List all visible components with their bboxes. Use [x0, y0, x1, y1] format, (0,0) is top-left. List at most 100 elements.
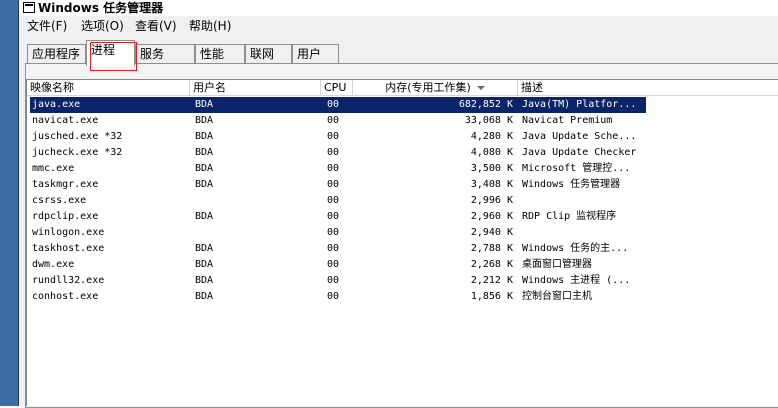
- cell-memory: 2,960 K: [470, 211, 513, 222]
- cell-description: Microsoft 管理控...: [522, 163, 631, 174]
- cell-image-name: jusched.exe *32: [32, 131, 123, 142]
- cell-cpu: 00: [327, 211, 340, 222]
- cell-cpu: 00: [327, 243, 340, 254]
- cell-user-name: BDA: [195, 115, 214, 126]
- cell-cpu: 00: [327, 179, 340, 190]
- tab-applications[interactable]: 应用程序: [27, 44, 86, 64]
- cell-memory: 3,500 K: [470, 163, 513, 174]
- cell-description: Windows 任务的主...: [522, 243, 629, 254]
- cell-description: Java Update Checker: [522, 147, 637, 158]
- cell-cpu: 00: [327, 291, 340, 302]
- column-header-name[interactable]: 映像名称: [27, 80, 190, 96]
- table-row[interactable]: conhost.exe BDA 00 1,856 K 控制台窗口主机: [27, 289, 778, 305]
- tab-networking[interactable]: 联网: [245, 44, 292, 64]
- cell-user-name: BDA: [195, 147, 214, 158]
- cell-user-name: BDA: [195, 259, 214, 270]
- sort-descending-icon: [476, 86, 485, 90]
- cell-memory: 3,408 K: [470, 179, 513, 190]
- cell-description: Java(TM) Platfor...: [522, 99, 637, 110]
- cell-user-name: BDA: [195, 275, 214, 286]
- column-header-memory[interactable]: 内存(专用工作集): [353, 80, 518, 96]
- menu-options[interactable]: 选项(O): [79, 17, 126, 35]
- cell-cpu: 00: [327, 259, 340, 270]
- cell-user-name: [195, 225, 315, 241]
- cell-image-name: navicat.exe: [32, 115, 99, 126]
- table-row[interactable]: dwm.exe BDA 00 2,268 K 桌面窗口管理器: [27, 257, 778, 273]
- cell-description: RDP Clip 监视程序: [522, 211, 617, 222]
- cell-cpu: 00: [327, 195, 340, 206]
- tab-services[interactable]: 服务: [135, 44, 195, 64]
- cell-image-name: java.exe: [32, 99, 81, 110]
- table-row[interactable]: rundll32.exe BDA 00 2,212 K Windows 主进程 (...: [27, 273, 778, 289]
- cell-memory: 682,852 K: [458, 99, 513, 110]
- column-header-description[interactable]: 描述: [518, 80, 778, 96]
- cell-cpu: 00: [327, 115, 340, 126]
- cell-memory: 4,080 K: [470, 147, 513, 158]
- cell-image-name: winlogon.exe: [32, 227, 105, 238]
- cell-user-name: [195, 193, 315, 209]
- menu-help[interactable]: 帮助(H): [187, 17, 233, 35]
- cell-user-name: BDA: [195, 179, 214, 190]
- cell-image-name: csrss.exe: [32, 195, 87, 206]
- cell-user-name: BDA: [195, 99, 214, 110]
- cell-memory: 33,068 K: [464, 115, 513, 126]
- table-row[interactable]: navicat.exe BDA 00 33,068 K Navicat Premium: [27, 113, 778, 129]
- cell-description: 控制台窗口主机: [522, 291, 592, 302]
- cell-user-name: BDA: [195, 163, 214, 174]
- cell-cpu: 00: [327, 147, 340, 158]
- cell-cpu: 00: [327, 227, 340, 238]
- table-row[interactable]: rdpclip.exe BDA 00 2,960 K RDP Clip 监视程序: [27, 209, 778, 225]
- cell-image-name: conhost.exe: [32, 291, 99, 302]
- table-row[interactable]: csrss.exe 00 2,996 K: [27, 193, 778, 209]
- table-row[interactable]: jucheck.exe *32 BDA 00 4,080 K Java Update C…: [27, 145, 778, 161]
- column-header-row: 映像名称 用户名 CPU 内存(专用工作集) 描述: [27, 80, 778, 96]
- cell-description: Java Update Sche...: [522, 131, 637, 142]
- cell-memory: 2,212 K: [470, 275, 513, 286]
- cell-user-name: BDA: [195, 291, 214, 302]
- cell-description: 桌面窗口管理器: [522, 259, 592, 270]
- cell-user-name: BDA: [195, 131, 214, 142]
- process-list[interactable]: 映像名称 用户名 CPU 内存(专用工作集) 描述 java.exe BDA 00 6…: [26, 79, 778, 406]
- column-header-user[interactable]: 用户名: [190, 80, 321, 96]
- table-row[interactable]: winlogon.exe 00 2,940 K: [27, 225, 778, 241]
- app-icon: [23, 2, 35, 13]
- table-row[interactable]: taskmgr.exe BDA 00 3,408 K Windows 任务管理器: [27, 177, 778, 193]
- table-row[interactable]: java.exe BDA 00 682,852 K Java(TM) Platfor..…: [27, 97, 778, 113]
- cell-cpu: 00: [327, 275, 340, 286]
- menu-bar: 文件(F) 选项(O) 查看(V) 帮助(H): [19, 16, 778, 36]
- cell-memory: 1,856 K: [470, 291, 513, 302]
- cell-user-name: BDA: [195, 243, 214, 254]
- column-header-memory-label: 内存(专用工作集): [385, 81, 471, 94]
- cell-image-name: taskmgr.exe: [32, 179, 99, 190]
- menu-view[interactable]: 查看(V): [133, 17, 179, 35]
- table-row[interactable]: jusched.exe *32 BDA 00 4,280 K Java Update S…: [27, 129, 778, 145]
- menu-file[interactable]: 文件(F): [25, 17, 69, 35]
- title-bar[interactable]: Windows 任务管理器: [19, 0, 778, 16]
- column-header-cpu[interactable]: CPU: [321, 80, 353, 96]
- table-row[interactable]: taskhost.exe BDA 00 2,788 K Windows 任务的主...: [27, 241, 778, 257]
- cell-image-name: rdpclip.exe: [32, 211, 99, 222]
- cell-cpu: 00: [327, 131, 340, 142]
- cell-cpu: 00: [327, 99, 340, 110]
- cell-memory: 2,940 K: [470, 227, 513, 238]
- cell-user-name: BDA: [195, 211, 214, 222]
- cell-description: Windows 任务管理器: [522, 179, 621, 190]
- tab-performance[interactable]: 性能: [195, 44, 245, 64]
- cell-memory: 2,788 K: [470, 243, 513, 254]
- cell-memory: 2,996 K: [470, 195, 513, 206]
- tab-users[interactable]: 用户: [292, 44, 339, 64]
- cell-image-name: rundll32.exe: [32, 275, 105, 286]
- table-row[interactable]: mmc.exe BDA 00 3,500 K Microsoft 管理控...: [27, 161, 778, 177]
- cell-cpu: 00: [327, 163, 340, 174]
- cell-description: Navicat Premium: [522, 115, 613, 126]
- cell-image-name: taskhost.exe: [32, 243, 105, 254]
- cell-description: [522, 225, 647, 241]
- desktop-background: [0, 0, 18, 406]
- cell-memory: 4,280 K: [470, 131, 513, 142]
- cell-description: Windows 主进程 (...: [522, 275, 631, 286]
- cell-description: [522, 193, 647, 209]
- cell-memory: 2,268 K: [470, 259, 513, 270]
- window-title: Windows 任务管理器: [38, 1, 164, 15]
- annotation-highlight-box: [90, 42, 137, 71]
- cell-image-name: mmc.exe: [32, 163, 75, 174]
